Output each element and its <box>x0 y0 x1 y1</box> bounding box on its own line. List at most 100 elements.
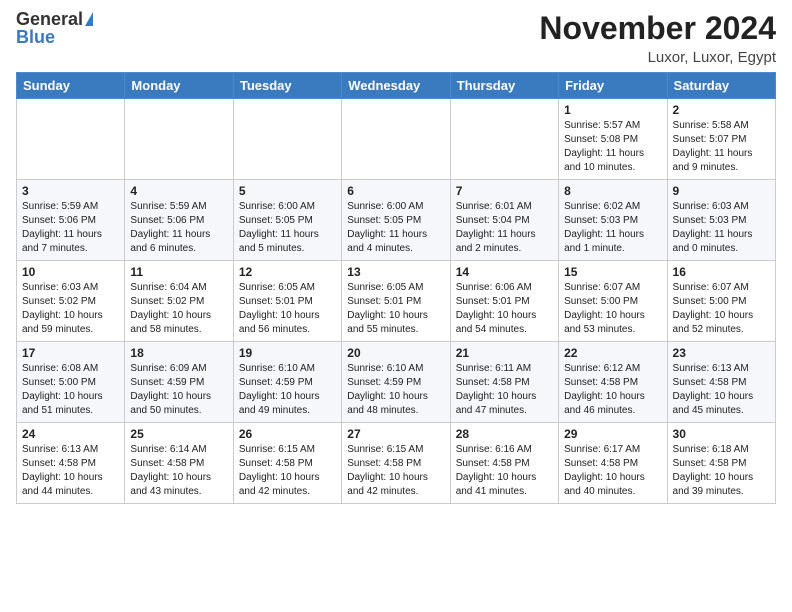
day-info: Sunrise: 6:18 AMSunset: 4:58 PMDaylight:… <box>673 443 770 499</box>
calendar-cell: 30 Sunrise: 6:18 AMSunset: 4:58 PMDayligh… <box>667 423 775 504</box>
day-number: 6 <box>347 184 444 198</box>
calendar-week-row: 24 Sunrise: 6:13 AMSunset: 4:58 PMDayligh… <box>17 423 776 504</box>
calendar-cell: 23 Sunrise: 6:13 AMSunset: 4:58 PMDayligh… <box>667 342 775 423</box>
day-info: Sunrise: 6:10 AMSunset: 4:59 PMDaylight:… <box>239 362 336 418</box>
calendar-cell: 16Sunrise: 6:07 AMSunset: 5:00 PMDayligh… <box>667 261 775 342</box>
day-number: 20 <box>347 346 444 360</box>
calendar-cell <box>233 99 341 180</box>
day-number: 25 <box>130 427 227 441</box>
day-number: 23 <box>673 346 770 360</box>
day-info: Sunrise: 6:03 AMSunset: 5:03 PMDaylight:… <box>673 200 770 256</box>
day-number: 21 <box>456 346 553 360</box>
day-info: Sunrise: 5:57 AMSunset: 5:08 PMDaylight:… <box>564 119 661 175</box>
calendar-week-row: 3 Sunrise: 5:59 AMSunset: 5:06 PMDaylight… <box>17 180 776 261</box>
day-number: 13 <box>347 265 444 279</box>
day-number: 12 <box>239 265 336 279</box>
calendar-cell: 5Sunrise: 6:00 AMSunset: 5:05 PMDaylight… <box>233 180 341 261</box>
day-info: Sunrise: 6:05 AMSunset: 5:01 PMDaylight:… <box>347 281 444 337</box>
day-info: Sunrise: 6:15 AMSunset: 4:58 PMDaylight:… <box>239 443 336 499</box>
calendar-cell: 24 Sunrise: 6:13 AMSunset: 4:58 PMDayligh… <box>17 423 125 504</box>
calendar-cell: 14Sunrise: 6:06 AMSunset: 5:01 PMDayligh… <box>450 261 558 342</box>
weekday-header-friday: Friday <box>559 73 667 99</box>
calendar-cell: 1 Sunrise: 5:57 AMSunset: 5:08 PMDaylight… <box>559 99 667 180</box>
weekday-header-tuesday: Tuesday <box>233 73 341 99</box>
calendar-cell: 7Sunrise: 6:01 AMSunset: 5:04 PMDaylight… <box>450 180 558 261</box>
day-info: Sunrise: 6:02 AMSunset: 5:03 PMDaylight:… <box>564 200 661 256</box>
calendar-cell: 17 Sunrise: 6:08 AMSunset: 5:00 PMDayligh… <box>17 342 125 423</box>
calendar-week-row: 1 Sunrise: 5:57 AMSunset: 5:08 PMDaylight… <box>17 99 776 180</box>
day-number: 26 <box>239 427 336 441</box>
calendar-cell: 22 Sunrise: 6:12 AMSunset: 4:58 PMDayligh… <box>559 342 667 423</box>
day-number: 27 <box>347 427 444 441</box>
day-number: 10 <box>22 265 119 279</box>
day-info: Sunrise: 6:07 AMSunset: 5:00 PMDaylight:… <box>673 281 770 337</box>
day-info: Sunrise: 6:01 AMSunset: 5:04 PMDaylight:… <box>456 200 553 256</box>
day-number: 11 <box>130 265 227 279</box>
calendar-cell: 28Sunrise: 6:16 AMSunset: 4:58 PMDayligh… <box>450 423 558 504</box>
day-info: Sunrise: 6:06 AMSunset: 5:01 PMDaylight:… <box>456 281 553 337</box>
weekday-header-sunday: Sunday <box>17 73 125 99</box>
logo-blue-line: Blue <box>16 28 55 46</box>
calendar-cell: 29 Sunrise: 6:17 AMSunset: 4:58 PMDayligh… <box>559 423 667 504</box>
logo-blue-text: Blue <box>16 28 55 46</box>
calendar-cell: 11 Sunrise: 6:04 AMSunset: 5:02 PMDayligh… <box>125 261 233 342</box>
calendar-cell: 13 Sunrise: 6:05 AMSunset: 5:01 PMDayligh… <box>342 261 450 342</box>
day-info: Sunrise: 5:58 AMSunset: 5:07 PMDaylight:… <box>673 119 770 175</box>
weekday-header-thursday: Thursday <box>450 73 558 99</box>
calendar-week-row: 10Sunrise: 6:03 AMSunset: 5:02 PMDayligh… <box>17 261 776 342</box>
calendar-week-row: 17 Sunrise: 6:08 AMSunset: 5:00 PMDayligh… <box>17 342 776 423</box>
calendar-cell: 12 Sunrise: 6:05 AMSunset: 5:01 PMDayligh… <box>233 261 341 342</box>
weekday-header-wednesday: Wednesday <box>342 73 450 99</box>
day-info: Sunrise: 6:05 AMSunset: 5:01 PMDaylight:… <box>239 281 336 337</box>
header: General Blue November 2024 Luxor, Luxor,… <box>16 10 776 66</box>
day-number: 29 <box>564 427 661 441</box>
calendar-table: SundayMondayTuesdayWednesdayThursdayFrid… <box>16 72 776 504</box>
calendar-location: Luxor, Luxor, Egypt <box>539 49 776 66</box>
day-number: 24 <box>22 427 119 441</box>
day-info: Sunrise: 6:17 AMSunset: 4:58 PMDaylight:… <box>564 443 661 499</box>
day-info: Sunrise: 5:59 AMSunset: 5:06 PMDaylight:… <box>130 200 227 256</box>
calendar-cell: 6 Sunrise: 6:00 AMSunset: 5:05 PMDaylight… <box>342 180 450 261</box>
day-info: Sunrise: 6:10 AMSunset: 4:59 PMDaylight:… <box>347 362 444 418</box>
calendar-cell: 10Sunrise: 6:03 AMSunset: 5:02 PMDayligh… <box>17 261 125 342</box>
calendar-cell: 4 Sunrise: 5:59 AMSunset: 5:06 PMDaylight… <box>125 180 233 261</box>
day-info: Sunrise: 6:08 AMSunset: 5:00 PMDaylight:… <box>22 362 119 418</box>
day-info: Sunrise: 6:12 AMSunset: 4:58 PMDaylight:… <box>564 362 661 418</box>
calendar-cell: 2Sunrise: 5:58 AMSunset: 5:07 PMDaylight… <box>667 99 775 180</box>
day-info: Sunrise: 5:59 AMSunset: 5:06 PMDaylight:… <box>22 200 119 256</box>
day-info: Sunrise: 6:00 AMSunset: 5:05 PMDaylight:… <box>239 200 336 256</box>
calendar-cell: 21 Sunrise: 6:11 AMSunset: 4:58 PMDayligh… <box>450 342 558 423</box>
title-block: November 2024 Luxor, Luxor, Egypt <box>539 10 776 66</box>
day-number: 30 <box>673 427 770 441</box>
day-number: 17 <box>22 346 119 360</box>
calendar-cell <box>125 99 233 180</box>
day-number: 3 <box>22 184 119 198</box>
weekday-header-saturday: Saturday <box>667 73 775 99</box>
calendar-cell: 20 Sunrise: 6:10 AMSunset: 4:59 PMDayligh… <box>342 342 450 423</box>
logo-triangle-icon <box>85 12 93 26</box>
day-info: Sunrise: 6:11 AMSunset: 4:58 PMDaylight:… <box>456 362 553 418</box>
day-info: Sunrise: 6:13 AMSunset: 4:58 PMDaylight:… <box>673 362 770 418</box>
calendar-header-row: SundayMondayTuesdayWednesdayThursdayFrid… <box>17 73 776 99</box>
calendar-cell <box>450 99 558 180</box>
day-info: Sunrise: 6:04 AMSunset: 5:02 PMDaylight:… <box>130 281 227 337</box>
page: General Blue November 2024 Luxor, Luxor,… <box>0 0 792 514</box>
day-number: 22 <box>564 346 661 360</box>
day-number: 4 <box>130 184 227 198</box>
calendar-cell: 15Sunrise: 6:07 AMSunset: 5:00 PMDayligh… <box>559 261 667 342</box>
day-info: Sunrise: 6:00 AMSunset: 5:05 PMDaylight:… <box>347 200 444 256</box>
day-info: Sunrise: 6:13 AMSunset: 4:58 PMDaylight:… <box>22 443 119 499</box>
calendar-cell: 9Sunrise: 6:03 AMSunset: 5:03 PMDaylight… <box>667 180 775 261</box>
calendar-cell: 18Sunrise: 6:09 AMSunset: 4:59 PMDayligh… <box>125 342 233 423</box>
calendar-cell <box>17 99 125 180</box>
day-number: 19 <box>239 346 336 360</box>
calendar-cell: 8 Sunrise: 6:02 AMSunset: 5:03 PMDaylight… <box>559 180 667 261</box>
logo-general-line: General <box>16 10 93 28</box>
calendar-cell: 3 Sunrise: 5:59 AMSunset: 5:06 PMDaylight… <box>17 180 125 261</box>
day-number: 8 <box>564 184 661 198</box>
calendar-cell: 25Sunrise: 6:14 AMSunset: 4:58 PMDayligh… <box>125 423 233 504</box>
calendar-title: November 2024 <box>539 10 776 47</box>
calendar-cell: 27Sunrise: 6:15 AMSunset: 4:58 PMDayligh… <box>342 423 450 504</box>
day-number: 1 <box>564 103 661 117</box>
day-info: Sunrise: 6:09 AMSunset: 4:59 PMDaylight:… <box>130 362 227 418</box>
